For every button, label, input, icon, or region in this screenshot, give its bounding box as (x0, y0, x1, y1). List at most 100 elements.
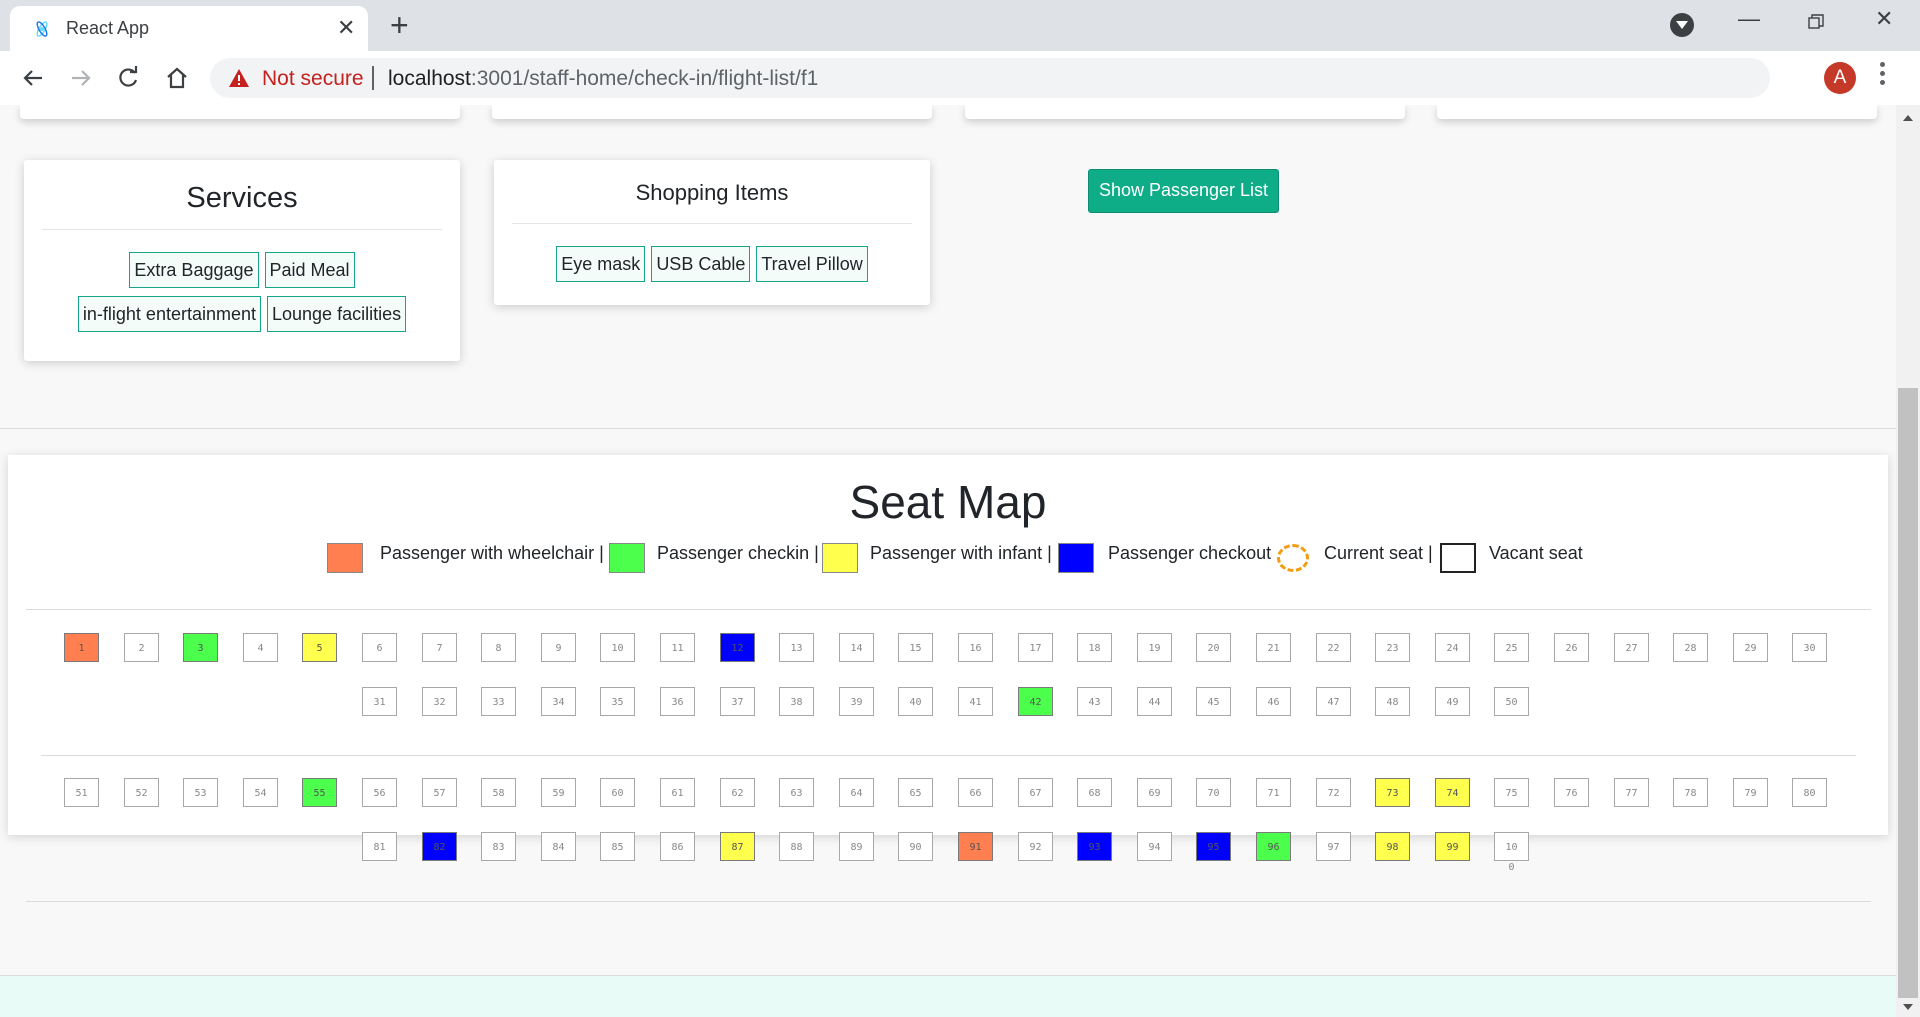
scrollbar-thumb[interactable] (1898, 388, 1918, 998)
seat-39[interactable]: 39 (839, 687, 874, 716)
seat-23[interactable]: 23 (1375, 633, 1410, 662)
seat-30[interactable]: 30 (1792, 633, 1827, 662)
seat-16[interactable]: 16 (958, 633, 993, 662)
seat-80[interactable]: 80 (1792, 778, 1827, 807)
seat-51[interactable]: 51 (64, 778, 99, 807)
seat-88[interactable]: 88 (779, 832, 814, 861)
seat-93[interactable]: 93 (1077, 832, 1112, 861)
scroll-up-icon[interactable] (1903, 115, 1913, 121)
seat-19[interactable]: 19 (1137, 633, 1172, 662)
seat-95[interactable]: 95 (1196, 832, 1231, 861)
seat-13[interactable]: 13 (779, 633, 814, 662)
seat-3[interactable]: 3 (183, 633, 218, 662)
seat-34[interactable]: 34 (541, 687, 576, 716)
seat-11[interactable]: 11 (660, 633, 695, 662)
seat-77[interactable]: 77 (1614, 778, 1649, 807)
seat-17[interactable]: 17 (1018, 633, 1053, 662)
shop-chip-travel-pillow[interactable]: Travel Pillow (756, 246, 868, 282)
seat-61[interactable]: 61 (660, 778, 695, 807)
seat-96[interactable]: 96 (1256, 832, 1291, 861)
minimize-icon[interactable]: — (1738, 6, 1760, 32)
seat-5[interactable]: 5 (302, 633, 337, 662)
tab-search-icon[interactable] (1670, 13, 1694, 37)
seat-4[interactable]: 4 (243, 633, 278, 662)
seat-6[interactable]: 6 (362, 633, 397, 662)
seat-73[interactable]: 73 (1375, 778, 1410, 807)
seat-9[interactable]: 9 (541, 633, 576, 662)
seat-72[interactable]: 72 (1316, 778, 1351, 807)
seat-60[interactable]: 60 (600, 778, 635, 807)
seat-62[interactable]: 62 (720, 778, 755, 807)
seat-25[interactable]: 25 (1494, 633, 1529, 662)
browser-menu-icon[interactable] (1880, 62, 1886, 89)
back-icon[interactable] (18, 63, 48, 93)
seat-87[interactable]: 87 (720, 832, 755, 861)
seat-74[interactable]: 74 (1435, 778, 1470, 807)
seat-85[interactable]: 85 (600, 832, 635, 861)
seat-31[interactable]: 31 (362, 687, 397, 716)
seat-22[interactable]: 22 (1316, 633, 1351, 662)
seat-86[interactable]: 86 (660, 832, 695, 861)
seat-35[interactable]: 35 (600, 687, 635, 716)
seat-24[interactable]: 24 (1435, 633, 1470, 662)
shop-chip-usb-cable[interactable]: USB Cable (651, 246, 751, 282)
seat-75[interactable]: 75 (1494, 778, 1529, 807)
seat-63[interactable]: 63 (779, 778, 814, 807)
window-close-icon[interactable]: ✕ (1875, 6, 1893, 32)
seat-10[interactable]: 10 (600, 633, 635, 662)
seat-83[interactable]: 83 (481, 832, 516, 861)
seat-47[interactable]: 47 (1316, 687, 1351, 716)
seat-68[interactable]: 68 (1077, 778, 1112, 807)
forward-icon[interactable] (66, 63, 96, 93)
seat-52[interactable]: 52 (124, 778, 159, 807)
seat-57[interactable]: 57 (422, 778, 457, 807)
seat-46[interactable]: 46 (1256, 687, 1291, 716)
service-chip-inflight-entertainment[interactable]: in-flight entertainment (77, 296, 261, 332)
seat-8[interactable]: 8 (481, 633, 516, 662)
address-bar[interactable]: Not secure localhost:3001/staff-home/che… (210, 58, 1770, 98)
seat-33[interactable]: 33 (481, 687, 516, 716)
restore-icon[interactable] (1808, 14, 1824, 30)
seat-79[interactable]: 79 (1733, 778, 1768, 807)
seat-41[interactable]: 41 (958, 687, 993, 716)
seat-91[interactable]: 91 (958, 832, 993, 861)
seat-76[interactable]: 76 (1554, 778, 1589, 807)
seat-20[interactable]: 20 (1196, 633, 1231, 662)
service-chip-extra-baggage[interactable]: Extra Baggage (129, 252, 259, 288)
seat-44[interactable]: 44 (1137, 687, 1172, 716)
seat-82[interactable]: 82 (422, 832, 457, 861)
seat-38[interactable]: 38 (779, 687, 814, 716)
show-passenger-list-button[interactable]: Show Passenger List (1088, 169, 1279, 213)
seat-66[interactable]: 66 (958, 778, 993, 807)
seat-56[interactable]: 56 (362, 778, 397, 807)
seat-1[interactable]: 1 (64, 633, 99, 662)
seat-69[interactable]: 69 (1137, 778, 1172, 807)
seat-84[interactable]: 84 (541, 832, 576, 861)
not-secure-label[interactable]: Not secure (262, 67, 364, 91)
seat-42[interactable]: 42 (1018, 687, 1053, 716)
seat-14[interactable]: 14 (839, 633, 874, 662)
browser-tab[interactable]: React App ✕ (10, 6, 368, 51)
seat-58[interactable]: 58 (481, 778, 516, 807)
seat-81[interactable]: 81 (362, 832, 397, 861)
seat-94[interactable]: 94 (1137, 832, 1172, 861)
seat-49[interactable]: 49 (1435, 687, 1470, 716)
url-text[interactable]: localhost:3001/staff-home/check-in/fligh… (388, 67, 818, 91)
seat-89[interactable]: 89 (839, 832, 874, 861)
shop-chip-eye-mask[interactable]: Eye mask (556, 246, 646, 282)
seat-37[interactable]: 37 (720, 687, 755, 716)
seat-15[interactable]: 15 (898, 633, 933, 662)
reload-icon[interactable] (113, 63, 143, 93)
profile-avatar[interactable]: A (1824, 62, 1856, 94)
seat-55[interactable]: 55 (302, 778, 337, 807)
seat-65[interactable]: 65 (898, 778, 933, 807)
seat-78[interactable]: 78 (1673, 778, 1708, 807)
seat-40[interactable]: 40 (898, 687, 933, 716)
seat-50[interactable]: 50 (1494, 687, 1529, 716)
service-chip-paid-meal[interactable]: Paid Meal (264, 252, 355, 288)
seat-32[interactable]: 32 (422, 687, 457, 716)
seat-36[interactable]: 36 (660, 687, 695, 716)
seat-48[interactable]: 48 (1375, 687, 1410, 716)
tab-close-icon[interactable]: ✕ (337, 15, 355, 41)
seat-26[interactable]: 26 (1554, 633, 1589, 662)
